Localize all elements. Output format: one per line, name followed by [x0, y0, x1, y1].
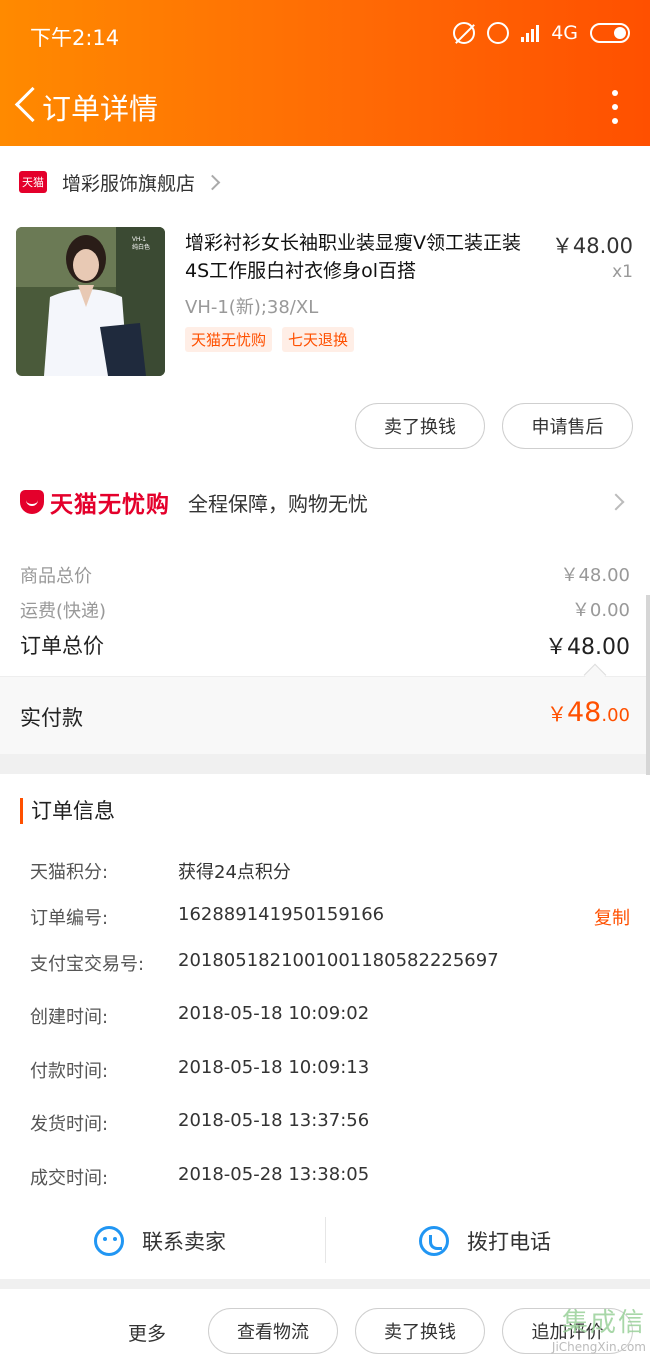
info-value-closed-time: 2018-05-28 13:38:05	[178, 1164, 370, 1185]
info-value-points: 获得24点积分	[178, 862, 291, 883]
contact-seller-label: 联系卖家	[142, 1230, 226, 1254]
info-value-alipay-no: 2018051821001001180582225697	[178, 950, 499, 971]
info-value-shipped-time: 2018-05-18 13:37:56	[178, 1110, 370, 1131]
app-header: 下午2:14 4G 订单详情	[0, 0, 650, 146]
shop-row[interactable]: 天猫 增彩服饰旗舰店	[0, 160, 650, 204]
product-image[interactable]: VH-1 纯白色	[16, 227, 165, 376]
copy-button[interactable]: 复制	[594, 904, 630, 930]
watermark-main: 集成信	[561, 1308, 646, 1338]
view-logistics-button[interactable]: 查看物流	[208, 1308, 338, 1354]
product-tags: 天猫无忧购 七天退换	[185, 327, 355, 352]
info-value-order-no: 162889141950159166	[178, 904, 385, 925]
product-sku: VH-1(新);38/XL	[185, 297, 319, 318]
svg-text:纯白色: 纯白色	[132, 243, 150, 251]
info-label-shipped-time: 发货时间:	[30, 1114, 109, 1135]
info-label-order-no: 订单编号:	[30, 908, 109, 929]
alarm-icon	[487, 22, 510, 44]
tmall-cat-icon	[20, 490, 44, 514]
sell-for-cash-button-bottom[interactable]: 卖了换钱	[355, 1308, 485, 1354]
info-label-alipay-no: 支付宝交易号:	[30, 954, 145, 975]
goods-total-value: ￥48.00	[560, 565, 630, 586]
contact-seller-button[interactable]: 联系卖家	[94, 1215, 226, 1267]
product-price: ￥48.00	[551, 234, 633, 258]
shipping-value: ￥0.00	[571, 600, 630, 621]
info-label-points: 天猫积分:	[30, 862, 109, 883]
section-divider	[0, 754, 650, 774]
bottom-action-bar: 更多 查看物流 卖了换钱 追加评价 集成信 JiChengXin.com	[0, 1289, 650, 1372]
guarantee-logo: 天猫无忧购	[50, 492, 170, 518]
paid-amount-box: 实付款 ￥48.00	[0, 676, 650, 754]
signal-icon	[521, 24, 540, 42]
tmall-badge-icon: 天猫	[19, 171, 47, 193]
sell-for-cash-button[interactable]: 卖了换钱	[355, 403, 485, 449]
tag-seven-day-return: 七天退换	[282, 327, 355, 352]
site-watermark: 集成信 JiChengXin.com	[528, 1306, 646, 1368]
scrollbar[interactable]	[646, 595, 650, 775]
shipping-label: 运费(快递)	[20, 601, 107, 622]
info-label-paid-time: 付款时间:	[30, 1061, 109, 1082]
info-value-paid-time: 2018-05-18 10:09:13	[178, 1057, 370, 1078]
goods-total-label: 商品总价	[20, 566, 92, 587]
info-label-closed-time: 成交时间:	[30, 1168, 109, 1189]
watermark-sub: JiChengXin.com	[551, 1340, 646, 1354]
status-icons: 4G	[453, 22, 630, 44]
phone-icon	[419, 1226, 449, 1256]
section-divider	[0, 1279, 650, 1289]
more-button[interactable]: 更多	[128, 1319, 166, 1346]
call-phone-label: 拨打电话	[467, 1230, 551, 1254]
battery-icon	[590, 23, 630, 43]
divider	[325, 1217, 326, 1263]
paid-value: ￥48.00	[547, 697, 630, 728]
order-total-value: ￥48.00	[545, 635, 630, 660]
product-title[interactable]: 增彩衬衫女长袖职业装显瘦V领工装正装4S工作服白衬衣修身ol百搭	[185, 229, 545, 285]
chevron-right-icon	[607, 493, 625, 511]
back-icon[interactable]	[12, 84, 42, 128]
paid-label: 实付款	[20, 706, 83, 730]
order-info-title: 订单信息	[20, 798, 115, 824]
product-quantity: x1	[612, 262, 633, 282]
chevron-right-icon	[204, 174, 221, 190]
chat-face-icon	[94, 1226, 124, 1256]
info-label-created: 创建时间:	[30, 1007, 109, 1028]
order-total-label: 订单总价	[20, 634, 104, 658]
notifications-muted-icon	[453, 22, 476, 44]
contact-bar: 联系卖家 拨打电话	[0, 1215, 650, 1267]
tmall-guarantee-row[interactable]: 天猫无忧购 全程保障，购物无忧	[0, 480, 650, 524]
tag-worry-free: 天猫无忧购	[185, 327, 273, 352]
info-value-created: 2018-05-18 10:09:02	[178, 1003, 370, 1024]
apply-after-sale-button[interactable]: 申请售后	[502, 403, 633, 449]
status-time: 下午2:14	[30, 26, 120, 50]
network-type: 4G	[551, 22, 578, 44]
call-phone-button[interactable]: 拨打电话	[419, 1215, 551, 1267]
page-title: 订单详情	[42, 92, 159, 126]
shop-name: 增彩服饰旗舰店	[62, 172, 196, 195]
guarantee-text: 全程保障，购物无忧	[188, 491, 368, 516]
svg-text:VH-1: VH-1	[132, 237, 146, 243]
more-options-icon[interactable]	[610, 90, 620, 124]
